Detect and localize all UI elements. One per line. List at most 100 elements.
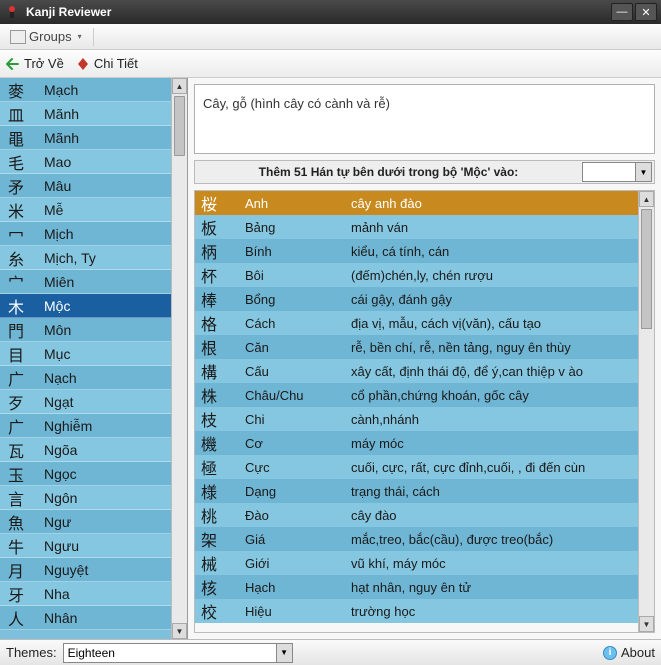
kanji-reading: Hiệu <box>245 604 351 619</box>
about-button[interactable]: i About <box>603 645 655 660</box>
radical-row[interactable]: 牙Nha <box>0 582 171 606</box>
radical-row[interactable]: 目Mục <box>0 342 171 366</box>
radical-reading: Mãnh <box>44 106 79 122</box>
kanji-char: 桜 <box>201 191 245 215</box>
radical-reading: Ngưu <box>44 538 79 554</box>
radical-row[interactable]: 毛Mao <box>0 150 171 174</box>
radical-kanji: 麥 <box>8 78 44 102</box>
close-button[interactable]: ✕ <box>635 3 657 21</box>
radical-row[interactable]: 广Nạch <box>0 366 171 390</box>
radical-row[interactable]: 冖Mịch <box>0 222 171 246</box>
radical-kanji: 門 <box>8 318 44 342</box>
kanji-row[interactable]: 様Dạngtrạng thái, cách <box>195 479 638 503</box>
radical-kanji: 牛 <box>8 534 44 558</box>
scroll-up-icon[interactable]: ▲ <box>172 78 187 94</box>
kanji-row[interactable]: 械Giớivũ khí, máy móc <box>195 551 638 575</box>
kanji-meaning: cổ phần,chứng khoán, gốc cây <box>351 388 638 403</box>
radical-row[interactable]: 牛Ngưu <box>0 534 171 558</box>
scroll-thumb[interactable] <box>174 96 185 156</box>
radical-row[interactable]: 人Nhân <box>0 606 171 630</box>
kanji-row[interactable]: 校Hiệutrường học <box>195 599 638 623</box>
back-arrow-icon <box>6 57 20 71</box>
kanji-row[interactable]: 格Cáchđịa vị, mẫu, cách vị(văn), cấu tạo <box>195 311 638 335</box>
radical-row[interactable]: 宀Miên <box>0 270 171 294</box>
radical-kanji: 广 <box>8 414 44 438</box>
kanji-char: 校 <box>201 599 245 623</box>
kanji-meaning: (đếm)chén,ly, chén rượu <box>351 268 638 283</box>
scroll-up-icon[interactable]: ▲ <box>639 191 654 207</box>
kanji-reading: Anh <box>245 196 351 211</box>
about-label: About <box>621 645 655 660</box>
radical-row[interactable]: 歹Ngạt <box>0 390 171 414</box>
kanji-meaning: xây cất, định thái độ, để ý,can thiệp v … <box>351 364 638 379</box>
radical-kanji: 皿 <box>8 102 44 126</box>
left-scrollbar[interactable]: ▲ ▼ <box>171 78 187 639</box>
kanji-grid: 桜Anhcây anh đào板Bảngmảnh ván柄Bínhkiểu, c… <box>194 190 655 633</box>
radical-row[interactable]: 瓦Ngõa <box>0 438 171 462</box>
kanji-row[interactable]: 構Cấuxây cất, định thái độ, để ý,can thiệ… <box>195 359 638 383</box>
radical-row[interactable]: 月Nguyệt <box>0 558 171 582</box>
kanji-row[interactable]: 棒Bổngcái gậy, đánh gậy <box>195 287 638 311</box>
kanji-row[interactable]: 板Bảngmảnh ván <box>195 215 638 239</box>
radical-row[interactable]: 米Mễ <box>0 198 171 222</box>
radical-row[interactable]: 言Ngôn <box>0 486 171 510</box>
kanji-char: 棒 <box>201 287 245 311</box>
kanji-reading: Giá <box>245 532 351 547</box>
grid-scrollbar[interactable]: ▲ ▼ <box>638 191 654 632</box>
kanji-row[interactable]: 柄Bínhkiểu, cá tính, cán <box>195 239 638 263</box>
kanji-row[interactable]: 架Giámắc,treo, bắc(cầu), được treo(bắc) <box>195 527 638 551</box>
radical-row[interactable]: 糸Mịch, Ty <box>0 246 171 270</box>
radical-row[interactable]: 門Môn <box>0 318 171 342</box>
radical-row[interactable]: 广Nghiễm <box>0 414 171 438</box>
radical-reading: Mao <box>44 154 71 170</box>
kanji-row[interactable]: 機Cơmáy móc <box>195 431 638 455</box>
kanji-row[interactable]: 枝Chicành,nhánh <box>195 407 638 431</box>
groups-icon <box>11 31 25 43</box>
filter-bar: Thêm 51 Hán tự bên dưới trong bộ 'Mộc' v… <box>194 160 655 184</box>
kanji-row[interactable]: 核Hạchhạt nhân, nguy ên tử <box>195 575 638 599</box>
chevron-down-icon: ▼ <box>276 644 292 662</box>
kanji-meaning: cái gậy, đánh gậy <box>351 292 638 307</box>
theme-value: Eighteen <box>64 646 276 660</box>
kanji-meaning: địa vị, mẫu, cách vị(văn), cấu tạo <box>351 316 638 331</box>
detail-label: Chi Tiết <box>94 56 138 71</box>
radical-reading: Ngư <box>44 514 71 530</box>
kanji-row[interactable]: 根Cănrễ, bền chí, rễ, nền tảng, nguy ên t… <box>195 335 638 359</box>
detail-button[interactable]: Chi Tiết <box>76 56 138 71</box>
kanji-row[interactable]: 杯Bôi(đếm)chén,ly, chén rượu <box>195 263 638 287</box>
radical-reading: Mãnh <box>44 130 79 146</box>
radical-kanji: 广 <box>8 366 44 390</box>
radical-row[interactable]: 皿Mãnh <box>0 102 171 126</box>
radical-kanji: 月 <box>8 558 44 582</box>
radical-row[interactable]: 麥Mạch <box>0 78 171 102</box>
filter-dropdown[interactable]: ▼ <box>582 162 652 182</box>
app-icon <box>4 4 20 20</box>
radical-kanji: 目 <box>8 342 44 366</box>
kanji-row[interactable]: 極Cựccuối, cực, rất, cực đỉnh,cuối, , đi … <box>195 455 638 479</box>
kanji-meaning: cây đào <box>351 508 638 523</box>
kanji-meaning: rễ, bền chí, rễ, nền tảng, nguy ên thùy <box>351 340 638 355</box>
theme-dropdown[interactable]: Eighteen ▼ <box>63 643 293 663</box>
kanji-row[interactable]: 桜Anhcây anh đào <box>195 191 638 215</box>
chevron-down-icon: ▼ <box>635 163 651 181</box>
kanji-meaning: cuối, cực, rất, cực đỉnh,cuối, , đi đến … <box>351 460 638 475</box>
back-button[interactable]: Trở Về <box>6 56 64 71</box>
minimize-button[interactable]: — <box>611 3 633 21</box>
radical-kanji: 玉 <box>8 462 44 486</box>
radical-reading: Ngạt <box>44 394 74 410</box>
scroll-thumb[interactable] <box>641 209 652 329</box>
radical-kanji: 人 <box>8 606 44 630</box>
kanji-row[interactable]: 株Châu/Chucổ phần,chứng khoán, gốc cây <box>195 383 638 407</box>
groups-dropdown[interactable]: Groups ▾ <box>4 26 89 47</box>
radical-row[interactable]: 魚Ngư <box>0 510 171 534</box>
scroll-down-icon[interactable]: ▼ <box>172 623 187 639</box>
scroll-down-icon[interactable]: ▼ <box>639 616 654 632</box>
radical-row[interactable]: 黽Mãnh <box>0 126 171 150</box>
radical-kanji: 米 <box>8 198 44 222</box>
radical-row[interactable]: 矛Mâu <box>0 174 171 198</box>
radical-row[interactable]: 玉Ngọc <box>0 462 171 486</box>
radical-row[interactable]: 木Mộc <box>0 294 171 318</box>
kanji-row[interactable]: 桃Đàocây đào <box>195 503 638 527</box>
kanji-char: 板 <box>201 215 245 239</box>
radical-list-panel: 麥Mạch皿Mãnh黽Mãnh毛Mao矛Mâu米Mễ冖Mịch糸Mịch, Ty… <box>0 78 188 639</box>
